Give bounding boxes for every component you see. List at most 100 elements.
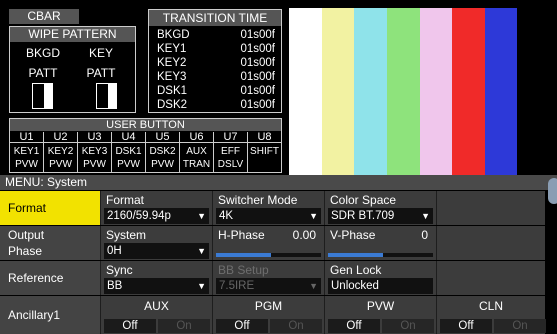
h-phase-cell[interactable]: H-Phase 0.00 (212, 226, 324, 260)
menu-title-bar: MENU: System (0, 175, 557, 190)
transition-row-time: 01s00f (240, 43, 275, 55)
v-phase-slider[interactable] (328, 253, 433, 257)
format-value: 2160/59.94p (107, 210, 171, 222)
color-bar-stripe (452, 8, 486, 175)
transition-row-name: DSK2 (157, 99, 188, 111)
transition-row-dsk1: DSK1 01s00f (157, 84, 275, 98)
color-bar-stripe (386, 8, 420, 175)
switcher-mode-cell[interactable]: Switcher Mode 4K ▼ (212, 191, 324, 225)
anc-cln-cell: CLN Off On (436, 296, 546, 334)
anc-pgm-on-button[interactable]: On (270, 319, 322, 333)
sync-cell[interactable]: Sync BB ▼ (100, 261, 212, 295)
transition-row-name: DSK1 (157, 85, 188, 97)
bkgd-wipe-pattern-icon[interactable] (32, 83, 53, 109)
output-phase-label-line2: Phase (8, 244, 43, 258)
transition-row-name: BKGD (157, 29, 190, 41)
user-button-func2: TRAN (182, 159, 211, 170)
transition-row-name: KEY2 (157, 57, 187, 69)
user-button-func1: DSK2 (149, 146, 176, 157)
user-button-func1: KEY3 (81, 146, 108, 157)
transition-row-time: 01s00f (240, 99, 275, 111)
user-button-func2: PVW (83, 159, 106, 170)
transition-row-key3: KEY3 01s00f (157, 70, 275, 84)
system-select[interactable]: 0H ▼ (104, 243, 209, 259)
anc-aux-on-button[interactable]: On (158, 319, 210, 333)
sync-title: Sync (106, 263, 133, 277)
system-cell[interactable]: System 0H ▼ (100, 226, 212, 260)
menu-scrollbar[interactable] (548, 178, 557, 204)
user-button-id: U6 (180, 132, 213, 143)
v-phase-value: 0 (421, 228, 428, 242)
switcher-mode-select[interactable]: 4K ▼ (216, 208, 321, 224)
anc-aux-off-button[interactable]: Off (104, 319, 156, 333)
user-button-func2: PVW (117, 159, 140, 170)
transition-row-time: 01s00f (240, 29, 275, 41)
color-space-value: SDR BT.709 (331, 210, 395, 222)
color-space-select[interactable]: SDR BT.709 ▼ (328, 208, 433, 224)
color-space-cell[interactable]: Color Space SDR BT.709 ▼ (324, 191, 436, 225)
anc-pvw-title: PVW (366, 299, 395, 313)
switcher-mode-value: 4K (219, 210, 234, 222)
wipe-key-patt-label: PATT (86, 66, 116, 80)
anc-pgm-off-button[interactable]: Off (216, 319, 268, 333)
dropdown-arrow-icon: ▼ (197, 211, 206, 221)
dropdown-arrow-icon: ▼ (197, 246, 206, 256)
reference-row-label[interactable]: Reference (0, 261, 100, 295)
v-phase-cell[interactable]: V-Phase 0 (324, 226, 436, 260)
transition-row-key1: KEY1 01s00f (157, 42, 275, 56)
user-button-title: USER BUTTON (10, 119, 281, 131)
sync-value: BB (107, 280, 123, 292)
user-button-func2: DSLV (217, 159, 244, 170)
user-button-u3[interactable]: U3 KEY3 PVW (78, 132, 112, 172)
user-button-u8[interactable]: U8 SHIFT (248, 132, 281, 172)
anc-cln-on-button[interactable]: On (494, 319, 546, 333)
key-wipe-pattern-icon[interactable] (96, 83, 117, 109)
dropdown-arrow-icon: ▼ (197, 281, 206, 291)
color-bar-stripe (354, 8, 388, 175)
user-button-id: U1 (10, 132, 43, 143)
switcher-mode-title: Switcher Mode (218, 193, 298, 207)
user-button-u6[interactable]: U6 AUX TRAN (180, 132, 214, 172)
user-button-func2: PVW (15, 159, 38, 170)
anc-aux-title: AUX (144, 299, 169, 313)
user-button-func1: EFF (221, 146, 240, 157)
color-bar-stripe (419, 8, 453, 175)
empty-cell (436, 226, 545, 260)
dropdown-arrow-icon: ▼ (421, 211, 430, 221)
user-button-func1: AUX (186, 146, 207, 157)
user-button-u4[interactable]: U4 DSK1 PVW (112, 132, 146, 172)
user-button-func2: PVW (151, 159, 174, 170)
color-bar-stripe (289, 8, 322, 175)
ancillary-row-label[interactable]: Ancillary1 (0, 296, 100, 334)
user-button-func2: PVW (49, 159, 72, 170)
sync-select[interactable]: BB ▼ (104, 278, 209, 294)
transition-time-title: TRANSITION TIME (149, 10, 281, 26)
transition-row-time: 01s00f (240, 71, 275, 83)
transition-row-time: 01s00f (240, 85, 275, 97)
bb-setup-value: 7.5IRE (219, 280, 255, 292)
user-button-id: U3 (78, 132, 111, 143)
user-button-func1: DSK1 (115, 146, 142, 157)
format-cell[interactable]: Format 2160/59.94p ▼ (100, 191, 212, 225)
format-row-label[interactable]: Format (0, 191, 100, 225)
output-phase-row-label[interactable]: Output Phase (0, 226, 100, 260)
format-select[interactable]: 2160/59.94p ▼ (104, 208, 209, 224)
user-button-u2[interactable]: U2 KEY2 PVW (44, 132, 78, 172)
bb-setup-cell: BB Setup 7.5IRE ▼ (212, 261, 324, 295)
anc-cln-title: CLN (478, 299, 503, 313)
wipe-bkgd-label: BKGD (25, 46, 60, 60)
wipe-key-label: KEY (88, 46, 113, 60)
user-button-u7[interactable]: U7 EFF DSLV (214, 132, 248, 172)
anc-pvw-off-button[interactable]: Off (328, 319, 380, 333)
ancillary-row-label-text: Ancillary1 (8, 308, 61, 322)
user-button-u1[interactable]: U1 KEY1 PVW (10, 132, 44, 172)
user-button-u5[interactable]: U5 DSK2 PVW (146, 132, 180, 172)
user-button-id: U4 (112, 132, 145, 143)
h-phase-slider[interactable] (216, 253, 321, 257)
wipe-pattern-panel: WIPE PATTERN BKGD KEY PATT PATT (9, 26, 136, 113)
empty-cell (436, 261, 545, 295)
anc-pvw-on-button[interactable]: On (382, 319, 434, 333)
anc-cln-off-button[interactable]: Off (440, 319, 492, 333)
dropdown-arrow-icon: ▼ (309, 281, 318, 291)
gen-lock-value: Unlocked (331, 280, 379, 292)
